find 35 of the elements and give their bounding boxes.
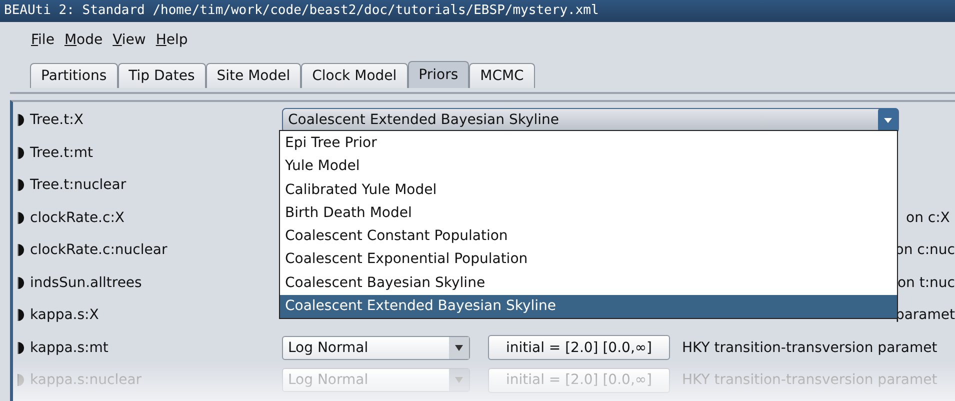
- parameter-name: kappa.s:mt: [30, 340, 108, 356]
- dropdown-option[interactable]: Coalescent Exponential Population: [280, 248, 897, 272]
- prior-dropdown[interactable]: Coalescent Extended Bayesian Skyline: [282, 108, 899, 133]
- description-text: on c:X: [906, 210, 950, 226]
- description-text: HKY transition-transversion paramet: [682, 340, 938, 356]
- dropdown-option[interactable]: Yule Model: [280, 155, 897, 179]
- menu-item[interactable]: View: [112, 32, 146, 48]
- description-text: on t:nuc: [897, 274, 955, 291]
- parameter-name: Tree.t:mt: [30, 144, 93, 161]
- tab[interactable]: MCMC: [469, 63, 535, 88]
- parameter-name: kappa.s:X: [30, 307, 99, 324]
- parameter-name: Tree.t:nuclear: [30, 177, 126, 194]
- menu-item[interactable]: Help: [156, 32, 188, 48]
- tab[interactable]: Partitions: [30, 63, 118, 88]
- parameter-name: indsSun.alltrees: [30, 274, 142, 291]
- parameter-name: kappa.s:nuclear: [30, 372, 142, 388]
- tab[interactable]: Priors: [408, 61, 470, 88]
- menu-item[interactable]: File: [31, 32, 54, 48]
- dropdown-option[interactable]: Birth Death Model: [280, 202, 897, 226]
- dropdown-option[interactable]: Coalescent Extended Bayesian Skyline: [280, 295, 897, 318]
- description-text: HKY transition-transversion paramet: [682, 372, 938, 388]
- parameter-name: Tree.t:X: [30, 112, 84, 128]
- parameter-name: clockRate.c:X: [30, 210, 125, 226]
- tab[interactable]: Site Model: [206, 63, 302, 88]
- dropdown-option[interactable]: Coalescent Constant Population: [280, 225, 897, 248]
- tab[interactable]: Tip Dates: [118, 63, 206, 88]
- dropdown-option[interactable]: Coalescent Bayesian Skyline: [280, 272, 897, 296]
- window-title: BEAUti 2: Standard /home/tim/work/code/beast2/doc/tutorials/EBSP/mystery.xml: [0, 0, 955, 22]
- parameter-name: clockRate.c:nuclear: [30, 242, 168, 258]
- initial-value-button[interactable]: initial = [2.0] [0.0,∞]: [488, 335, 670, 360]
- dropdown-option[interactable]: Epi Tree Prior: [280, 132, 897, 156]
- prior-dropdown[interactable]: Log Normal: [282, 336, 470, 360]
- tab[interactable]: Clock Model: [301, 63, 408, 88]
- menu-item[interactable]: Mode: [64, 32, 103, 48]
- dropdown-option[interactable]: Calibrated Yule Model: [280, 178, 897, 202]
